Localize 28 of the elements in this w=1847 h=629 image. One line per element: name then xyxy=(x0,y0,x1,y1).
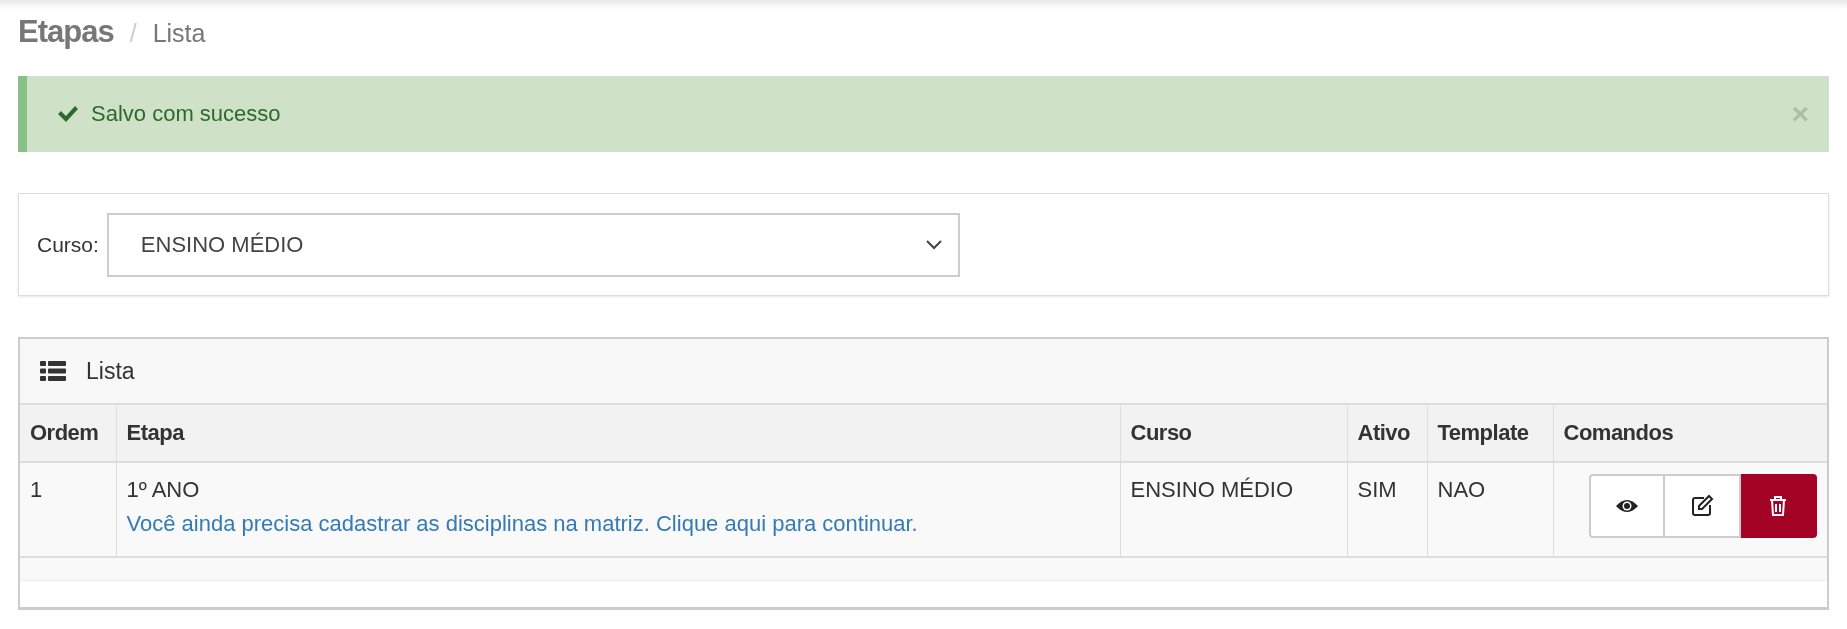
table-cell-text: 1º ANO xyxy=(126,477,201,503)
breadcrumb-current: Lista xyxy=(152,19,206,48)
trash-icon xyxy=(1769,495,1787,517)
eye-icon xyxy=(1615,498,1639,514)
column-header: Curso xyxy=(1120,405,1347,462)
column-header: Ativo xyxy=(1347,405,1427,462)
delete-button[interactable] xyxy=(1741,474,1817,538)
list-icon xyxy=(40,361,66,381)
breadcrumb-separator: / xyxy=(129,19,137,48)
continue-link[interactable]: Você ainda precisa cadastrar as disciplinas na matriz. Clique aqui para continuar. xyxy=(126,511,1110,537)
column-header: Ordem xyxy=(20,405,116,462)
chevron-icon xyxy=(925,239,942,250)
page-title: Etapas xyxy=(18,14,114,50)
course-select[interactable]: ENSINO MÉDIO xyxy=(106,212,960,277)
alert-message: Salvo com sucesso xyxy=(91,101,282,127)
edit-icon xyxy=(1690,494,1714,518)
view-button[interactable] xyxy=(1589,474,1665,538)
table-cell-text: ENSINO MÉDIO xyxy=(1130,477,1295,503)
column-header: Template xyxy=(1427,405,1553,462)
check-icon xyxy=(57,105,79,123)
column-header: Comandos xyxy=(1553,405,1827,462)
panel-title: Lista xyxy=(86,357,135,385)
table-cell-text: SIM xyxy=(1357,477,1398,503)
table-cell-text: 1 xyxy=(30,477,44,503)
edit-button[interactable] xyxy=(1665,474,1741,538)
course-label: Curso: xyxy=(37,232,99,257)
column-header: Etapa xyxy=(116,405,1120,462)
table-cell-text: NAO xyxy=(1437,477,1487,503)
